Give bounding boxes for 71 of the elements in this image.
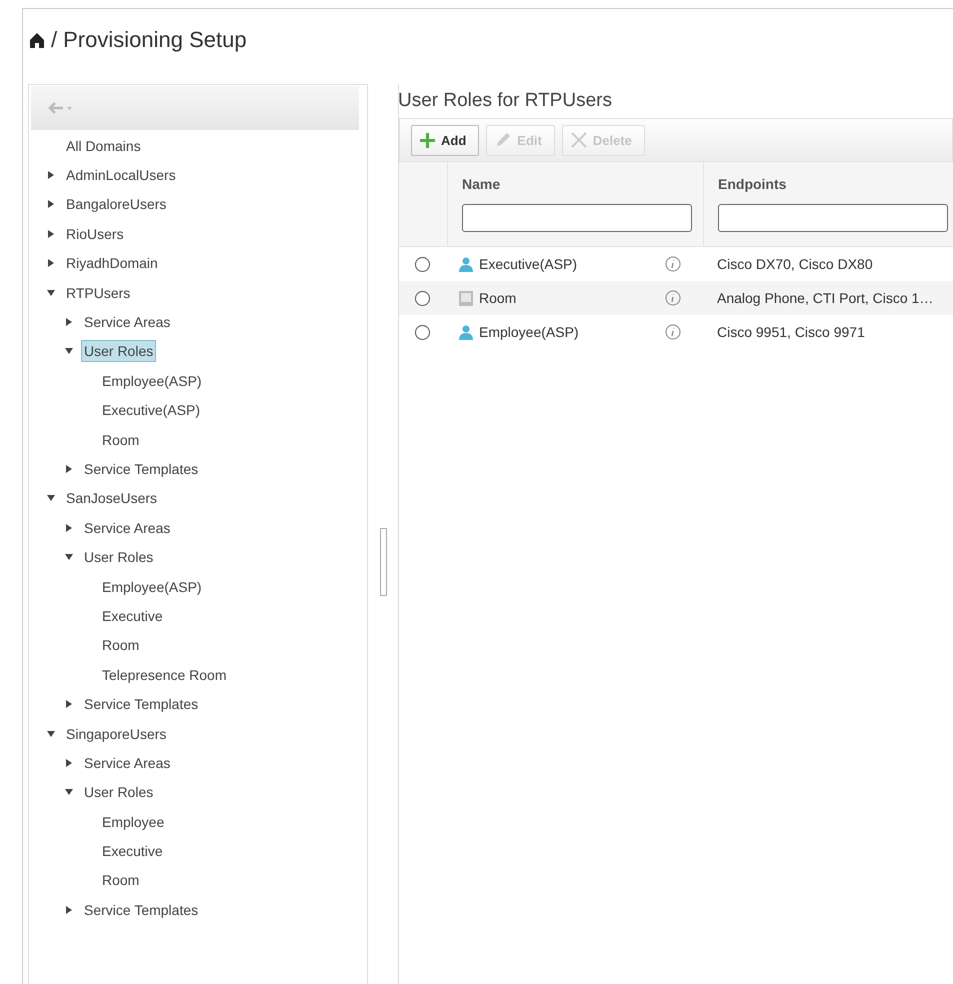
collapsed-caret-icon[interactable] [65,700,73,708]
filter-field[interactable] [462,204,692,232]
tree-item[interactable]: Service Areas [81,752,174,774]
tree-item[interactable]: Room [99,634,142,656]
person-icon [459,324,473,340]
tree-item[interactable]: Employee(ASP) [99,370,205,392]
cross-icon [570,132,587,148]
tree-item[interactable]: SingaporeUsers [63,722,170,744]
tree-item[interactable]: Employee [99,810,168,833]
tree-item[interactable]: BangaloreUsers [63,193,170,216]
column-header[interactable]: Endpoints [718,176,948,192]
person-icon [459,256,473,272]
tree-item[interactable]: Executive(ASP) [99,399,204,422]
pencil-icon [495,132,512,148]
expanded-caret-icon[interactable] [65,347,73,356]
tree-item[interactable]: User Roles [81,546,156,568]
page-title: Provisioning Setup [63,27,247,53]
tree-item[interactable]: Service Templates [81,898,202,921]
tree-item[interactable]: AdminLocalUsers [63,164,179,186]
collapsed-caret-icon[interactable] [47,259,55,268]
room-icon [459,290,473,306]
plus-icon [420,132,435,148]
tree-item[interactable]: RiyadhDomain [63,252,161,274]
tree-item[interactable]: Room [99,428,142,451]
collapsed-caret-icon[interactable] [65,758,73,767]
table-cell: Room [479,290,516,306]
expanded-caret-icon[interactable] [65,788,73,796]
collapsed-caret-icon[interactable] [47,171,55,180]
expanded-caret-icon[interactable] [47,494,55,502]
expanded-caret-icon[interactable] [65,553,73,562]
tree-item[interactable]: RTPUsers [63,282,134,304]
radio-button[interactable] [415,324,430,340]
tree-item[interactable]: RioUsers [63,222,127,245]
tree-item[interactable]: Service Templates [81,693,202,716]
tree-item[interactable]: Service Areas [81,516,174,539]
collapsed-caret-icon[interactable] [47,200,55,208]
tree-item[interactable]: Telepresence Room [99,664,230,686]
info-icon[interactable] [665,290,681,306]
panel-title: User Roles for RTPUsers [398,89,613,113]
radio-button[interactable] [415,290,430,306]
splitter-handle[interactable] [380,528,386,596]
table-cell-text: Analog Phone, CTI Port, Cisco 1… [716,290,934,306]
table-cell-text: Cisco 9951, Cisco 9971 [716,324,866,340]
add-button[interactable]: Add [411,124,480,156]
expanded-caret-icon[interactable] [47,730,55,738]
filter-field[interactable] [718,204,948,232]
table-cell-text: Cisco DX70, Cisco DX80 [716,256,874,272]
info-icon[interactable] [665,256,681,272]
info-icon[interactable] [665,324,681,340]
table-cell: Employee(ASP) [479,324,579,340]
collapsed-caret-icon[interactable] [65,464,73,473]
tree-item[interactable]: User Roles [81,781,156,804]
tree-item[interactable]: Employee(ASP) [99,576,205,598]
tree-item[interactable]: Executive [99,840,166,862]
table-cell: Executive(ASP) [479,256,578,272]
tree-item[interactable]: Service Templates [81,458,202,480]
tree-item[interactable]: User Roles [81,340,156,362]
expanded-caret-icon[interactable] [47,288,55,297]
radio-button[interactable] [415,256,430,272]
collapsed-caret-icon[interactable] [47,230,55,238]
collapsed-caret-icon[interactable] [65,318,73,326]
tree-item[interactable]: All Domains [63,134,144,157]
tree-item[interactable]: Room [99,869,142,892]
breadcrumb-separator: / [51,27,58,53]
home-icon[interactable] [29,32,45,48]
column-header[interactable]: Name [462,176,695,192]
tree-item[interactable]: Service Areas [81,311,174,334]
collapsed-caret-icon[interactable] [65,524,73,532]
tree-item[interactable]: Executive [99,604,166,627]
collapsed-caret-icon[interactable] [65,906,73,914]
tree-item[interactable]: SanJoseUsers [63,487,160,510]
